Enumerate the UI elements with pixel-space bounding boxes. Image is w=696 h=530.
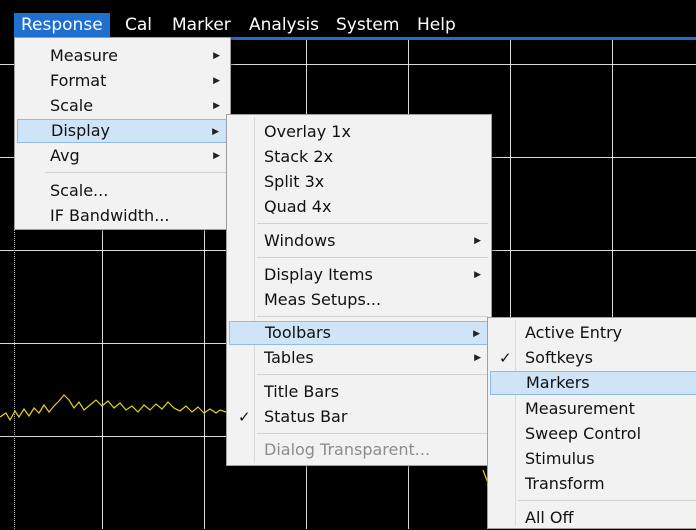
submenu-arrow-icon: ▶ xyxy=(473,329,480,339)
menu-item-transform[interactable]: Transform xyxy=(490,472,696,496)
menu-item-all-off[interactable]: All Off xyxy=(490,506,696,530)
menu-marker[interactable]: Marker xyxy=(172,13,231,37)
menu-item-label: Overlay 1x xyxy=(264,122,351,141)
menu-item-label: Scale xyxy=(50,96,94,115)
response-menu: Measure ▶ Format ▶ Scale ▶ Display ▶ Avg… xyxy=(14,37,231,230)
menu-item-label: Transform xyxy=(525,474,605,493)
menu-item-display[interactable]: Display ▶ xyxy=(17,119,228,143)
menu-system[interactable]: System xyxy=(336,13,399,37)
menu-item-label: Status Bar xyxy=(264,407,348,426)
submenu-arrow-icon: ▶ xyxy=(474,236,481,246)
menu-item-label: Markers xyxy=(526,373,590,392)
menu-bar: Response Cal Marker Analysis System Help xyxy=(0,0,696,38)
checkmark-icon: ✓ xyxy=(499,349,512,367)
menu-separator xyxy=(257,374,488,375)
menu-item-label: Softkeys xyxy=(525,348,593,367)
menu-item-label: Quad 4x xyxy=(264,197,332,216)
menu-separator xyxy=(518,500,696,501)
menu-item-label: Split 3x xyxy=(264,172,325,191)
toolbars-submenu: Active Entry ✓ Softkeys Markers Measurem… xyxy=(487,317,696,529)
menu-item-measure[interactable]: Measure ▶ xyxy=(17,44,228,68)
menu-item-label: Tables xyxy=(264,348,314,367)
submenu-arrow-icon: ▶ xyxy=(212,127,219,137)
menu-item-overlay[interactable]: Overlay 1x xyxy=(229,120,489,144)
menu-item-display-items[interactable]: Display Items ▶ xyxy=(229,263,489,287)
menu-item-label: Meas Setups... xyxy=(264,290,382,309)
menu-item-label: IF Bandwidth... xyxy=(50,206,170,225)
menu-item-meas-setups[interactable]: Meas Setups... xyxy=(229,288,489,312)
menu-item-format[interactable]: Format ▶ xyxy=(17,69,228,93)
submenu-arrow-icon: ▶ xyxy=(213,151,220,161)
menu-item-label: Display xyxy=(51,121,110,140)
submenu-arrow-icon: ▶ xyxy=(213,76,220,86)
menu-item-active-entry[interactable]: Active Entry xyxy=(490,321,696,345)
menu-separator xyxy=(45,172,227,173)
menu-item-scale[interactable]: Scale ▶ xyxy=(17,94,228,118)
menu-response[interactable]: Response xyxy=(14,13,110,37)
menu-separator xyxy=(257,316,488,317)
menu-item-stack[interactable]: Stack 2x xyxy=(229,145,489,169)
menu-separator xyxy=(257,223,488,224)
menu-item-measurement[interactable]: Measurement xyxy=(490,397,696,421)
menu-item-softkeys[interactable]: ✓ Softkeys xyxy=(490,346,696,370)
menu-item-sweep-control[interactable]: Sweep Control xyxy=(490,422,696,446)
menu-item-label: Measure xyxy=(50,46,118,65)
submenu-arrow-icon: ▶ xyxy=(213,101,220,111)
menu-item-label: Avg xyxy=(50,146,80,165)
menu-item-windows[interactable]: Windows ▶ xyxy=(229,229,489,253)
submenu-arrow-icon: ▶ xyxy=(474,353,481,363)
menu-item-label: Stimulus xyxy=(525,449,595,468)
menu-item-status-bar[interactable]: ✓ Status Bar xyxy=(229,405,489,429)
menu-separator xyxy=(257,257,488,258)
menu-help[interactable]: Help xyxy=(417,13,456,37)
checkmark-icon: ✓ xyxy=(238,408,251,426)
menu-item-if-bandwidth[interactable]: IF Bandwidth... xyxy=(17,204,228,228)
menu-item-dialog-transparent: Dialog Transparent... xyxy=(229,438,489,462)
menu-analysis[interactable]: Analysis xyxy=(249,13,319,37)
menu-item-avg[interactable]: Avg ▶ xyxy=(17,144,228,168)
menu-item-title-bars[interactable]: Title Bars xyxy=(229,380,489,404)
menu-cal[interactable]: Cal xyxy=(125,13,152,37)
menu-item-label: Stack 2x xyxy=(264,147,334,166)
menu-item-label: Scale... xyxy=(50,181,109,200)
menu-item-split[interactable]: Split 3x xyxy=(229,170,489,194)
menu-item-label: Windows xyxy=(264,231,336,250)
display-submenu: Overlay 1x Stack 2x Split 3x Quad 4x Win… xyxy=(226,114,492,466)
menu-item-label: Display Items xyxy=(264,265,373,284)
menu-item-markers[interactable]: Markers xyxy=(490,371,696,395)
menu-item-stimulus[interactable]: Stimulus xyxy=(490,447,696,471)
submenu-arrow-icon: ▶ xyxy=(213,51,220,61)
menu-item-label: Dialog Transparent... xyxy=(264,440,431,459)
menu-item-scale-dialog[interactable]: Scale... xyxy=(17,179,228,203)
menu-item-label: Toolbars xyxy=(265,323,331,342)
menu-separator xyxy=(257,433,488,434)
menu-item-label: Format xyxy=(50,71,107,90)
menu-item-tables[interactable]: Tables ▶ xyxy=(229,346,489,370)
menu-item-toolbars[interactable]: Toolbars ▶ xyxy=(229,321,489,345)
menu-item-label: Title Bars xyxy=(264,382,340,401)
menu-item-label: Active Entry xyxy=(525,323,623,342)
menu-item-label: All Off xyxy=(525,508,574,527)
menu-item-label: Sweep Control xyxy=(525,424,642,443)
menu-item-label: Measurement xyxy=(525,399,635,418)
menu-item-quad[interactable]: Quad 4x xyxy=(229,195,489,219)
submenu-arrow-icon: ▶ xyxy=(474,270,481,280)
